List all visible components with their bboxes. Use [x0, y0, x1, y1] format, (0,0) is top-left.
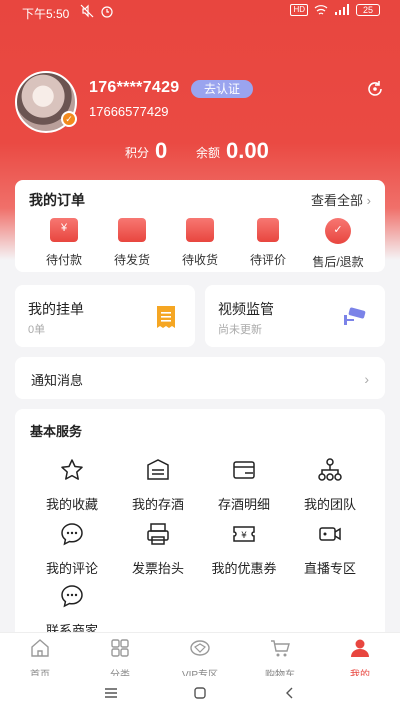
- points-value[interactable]: 0: [155, 138, 167, 164]
- home-icon: [31, 639, 49, 657]
- notifications-title: 通知消息: [31, 373, 84, 388]
- alarm-icon: [101, 6, 113, 18]
- chevron-right-icon: ›: [364, 371, 369, 387]
- pending-count: 0单: [28, 324, 46, 336]
- vip-icon: [190, 640, 210, 656]
- order-pending-payment[interactable]: ¥ 待付款: [27, 218, 101, 268]
- verify-button[interactable]: 去认证: [191, 80, 253, 98]
- receipt-icon: [157, 306, 175, 328]
- service-label: 我的存酒: [131, 497, 184, 512]
- balance-value[interactable]: 0.00: [226, 138, 269, 164]
- service-label: 发票抬头: [131, 561, 184, 576]
- service-label: 我的团队: [303, 497, 356, 512]
- view-all-label: 查看全部: [311, 193, 364, 208]
- service-contact-merchant[interactable]: 联系商家: [29, 583, 115, 639]
- tab-profile[interactable]: 我的: [320, 637, 400, 681]
- notifications-row[interactable]: 通知消息 ›: [15, 357, 385, 399]
- service-wine-storage[interactable]: 我的存酒: [115, 457, 201, 513]
- order-pending-receipt[interactable]: 待收货: [163, 218, 237, 268]
- clock: 下午5:50: [22, 7, 70, 21]
- video-title: 视频监管: [218, 301, 274, 317]
- wallet-icon: [233, 461, 255, 479]
- chevron-right-icon: ›: [366, 193, 371, 208]
- username: 176****7429: [89, 79, 180, 96]
- view-all-orders-link[interactable]: 查看全部 ›: [311, 190, 371, 209]
- service-label: 存酒明细: [217, 497, 270, 512]
- phone-number: 17666577429: [89, 104, 169, 119]
- wine-storage-icon: [147, 459, 169, 480]
- hd-icon: HD: [290, 4, 308, 16]
- orders-card: 我的订单 查看全部 › ¥ 待付款 待发货 待收货 待评价 ✓ 售后/退款: [15, 180, 385, 272]
- services-card: 基本服务 我的收藏 我的存酒 存酒明细 我的团队 我的评论 发票抬头 ¥ 我的优…: [15, 409, 385, 639]
- service-team[interactable]: 我的团队: [287, 457, 373, 513]
- service-coupons[interactable]: ¥ 我的优惠券: [201, 521, 287, 577]
- order-refund[interactable]: ✓ 售后/退款: [301, 218, 375, 270]
- camera-icon: [344, 307, 366, 325]
- video-status: 尚未更新: [218, 324, 262, 336]
- balance-label: 余额: [196, 146, 221, 160]
- profile-icon: [351, 639, 369, 657]
- service-label: 我的评论: [45, 561, 98, 576]
- cart-icon: [271, 640, 290, 657]
- points-label: 积分: [125, 146, 150, 160]
- service-label: 我的优惠券: [211, 561, 277, 576]
- bottom-tab-bar: 首页 分类 VIP专区 购物车 我的: [0, 632, 400, 681]
- folder-icon: [186, 218, 214, 242]
- comment-icon: [61, 523, 83, 546]
- service-favorites[interactable]: 我的收藏: [29, 457, 115, 513]
- invoice-icon: [147, 523, 169, 545]
- level-badge-icon: ✓: [61, 111, 77, 127]
- mute-icon: [80, 4, 94, 18]
- wifi-icon: [314, 5, 328, 15]
- order-label: 待收货: [181, 253, 218, 267]
- team-icon: [318, 458, 342, 481]
- order-label: 待评价: [249, 253, 286, 267]
- video-icon: [319, 527, 341, 541]
- home-button-icon[interactable]: [193, 686, 207, 700]
- order-pending-shipment[interactable]: 待发货: [95, 218, 169, 268]
- menu-icon[interactable]: [104, 687, 118, 699]
- service-label: 直播专区: [303, 561, 356, 576]
- status-icons: [80, 4, 114, 18]
- service-invoice[interactable]: 发票抬头: [115, 521, 201, 577]
- services-title: 基本服务: [30, 424, 83, 439]
- order-label: 待发货: [113, 253, 150, 267]
- svg-text:¥: ¥: [241, 531, 247, 541]
- tab-cart[interactable]: 购物车: [240, 637, 320, 681]
- order-pending-review[interactable]: 待评价: [231, 218, 305, 268]
- signal-icon: [335, 4, 349, 15]
- bag-icon: [257, 218, 279, 242]
- status-bar: 下午5:50 HD 25: [0, 0, 400, 24]
- pending-orders-card[interactable]: 我的挂单 0单: [15, 285, 195, 347]
- tab-vip[interactable]: VIP专区: [160, 637, 240, 681]
- battery-icon: 25: [356, 4, 380, 16]
- status-right: HD 25: [290, 4, 380, 16]
- star-icon: [61, 459, 83, 480]
- order-label: 售后/退款: [312, 255, 364, 269]
- check-circle-icon: ✓: [325, 218, 351, 244]
- tab-category[interactable]: 分类: [80, 637, 160, 681]
- system-nav-bar: [0, 676, 400, 711]
- chat-icon: [61, 585, 83, 608]
- category-icon: [111, 639, 129, 657]
- service-comments[interactable]: 我的评论: [29, 521, 115, 577]
- service-storage-details[interactable]: 存酒明细: [201, 457, 287, 513]
- wallet-icon: [118, 218, 146, 242]
- order-label: 待付款: [45, 253, 82, 267]
- refresh-icon[interactable]: [365, 79, 385, 99]
- service-label: 我的收藏: [45, 497, 98, 512]
- payment-icon: ¥: [50, 218, 78, 242]
- pending-title: 我的挂单: [28, 301, 84, 317]
- video-monitor-card[interactable]: 视频监管 尚未更新: [205, 285, 385, 347]
- service-live[interactable]: 直播专区: [287, 521, 373, 577]
- tab-home[interactable]: 首页: [0, 637, 80, 681]
- orders-title: 我的订单: [29, 192, 85, 208]
- coupon-icon: ¥: [233, 526, 255, 542]
- back-icon[interactable]: [284, 686, 294, 700]
